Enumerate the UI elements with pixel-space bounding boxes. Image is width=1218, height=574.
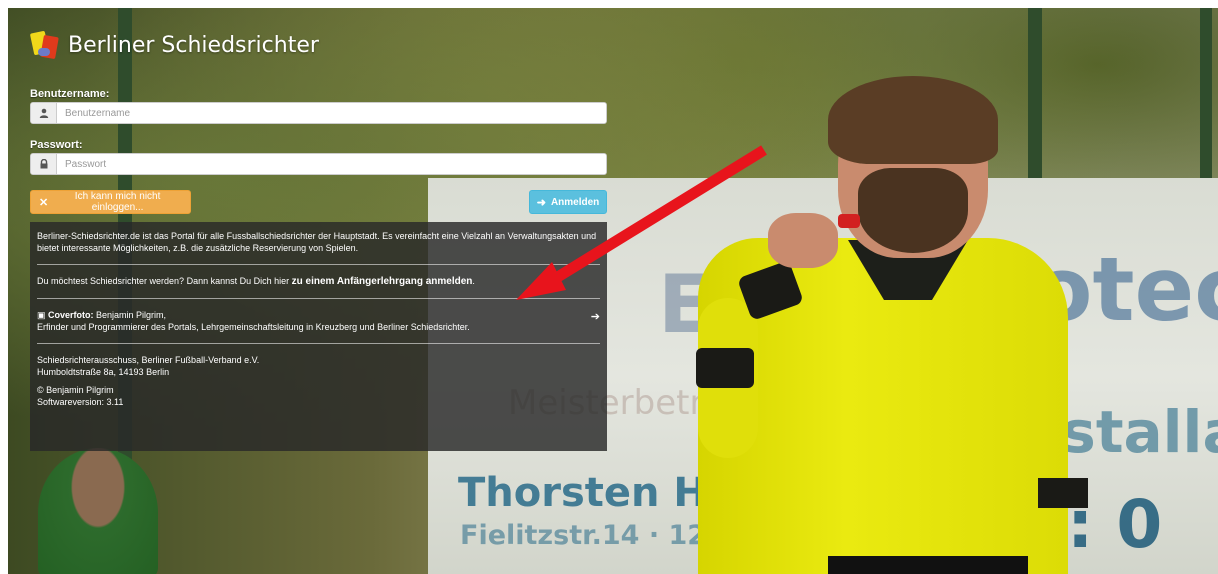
footer-info: Schiedsrichterausschuss, Berliner Fußbal… — [37, 354, 600, 408]
divider — [37, 264, 600, 265]
info-panel: Berliner-Schiedsrichter.de ist das Porta… — [30, 222, 607, 451]
cant-login-label: Ich kann mich nicht einloggen... — [74, 191, 161, 213]
referee-hand — [768, 213, 838, 268]
lock-icon — [31, 154, 57, 174]
username-input[interactable] — [57, 103, 606, 123]
org-name: Schiedsrichterausschuss, Berliner Fußbal… — [37, 355, 260, 365]
login-button[interactable]: ➜ Anmelden — [529, 190, 607, 214]
cant-login-button[interactable]: ✕ Ich kann mich nicht einloggen... — [30, 190, 191, 214]
cover-description: Erfinder und Programmierer des Portals, … — [37, 322, 470, 332]
cards-logo-icon — [29, 30, 59, 60]
cover-name: Benjamin Pilgrim, — [93, 310, 167, 320]
referee-cuff — [696, 348, 754, 388]
sign-in-icon: ➜ — [536, 196, 546, 209]
divider — [37, 343, 600, 344]
password-label: Passwort: — [30, 139, 83, 151]
beginner-course-link[interactable]: zu einem Anfängerlehrgang anmelden — [292, 276, 473, 287]
times-icon: ✕ — [39, 196, 49, 209]
referee-shorts — [828, 556, 1028, 574]
divider — [37, 298, 600, 299]
whistle — [838, 214, 860, 228]
referee-cuff — [1038, 478, 1088, 508]
cover-photo-credit[interactable]: ▣ Coverfoto: Benjamin Pilgrim, Erfinder … — [37, 309, 600, 333]
software-version: Softwareversion: 3.11 — [37, 397, 124, 407]
cover-label: Coverfoto: — [48, 310, 94, 320]
referee-beard — [858, 168, 968, 253]
brand-title: Berliner Schiedsrichter — [68, 32, 319, 58]
org-address: Humboldtstraße 8a, 14193 Berlin — [37, 367, 170, 377]
intro-text: Berliner-Schiedsrichter.de ist das Porta… — [37, 231, 597, 253]
brand-header: Berliner Schiedsrichter — [29, 30, 319, 60]
arrow-right-icon[interactable]: ➔ — [591, 311, 600, 323]
login-label: Anmelden — [550, 196, 600, 208]
user-icon — [31, 103, 57, 123]
become-prefix: Du möchtest Schiedsrichter werden? Dann … — [37, 276, 292, 286]
username-group — [30, 102, 607, 124]
username-label: Benutzername: — [30, 88, 110, 100]
password-group — [30, 153, 607, 175]
fence-pole — [1200, 8, 1212, 188]
copyright: © Benjamin Pilgrim — [37, 385, 114, 395]
form-actions: ✕ Ich kann mich nicht einloggen... ➜ Anm… — [30, 190, 607, 214]
fence-pole — [1028, 8, 1042, 188]
referee-hair — [828, 76, 998, 164]
spectator — [38, 448, 158, 574]
become-suffix: . — [472, 276, 475, 286]
password-input[interactable] — [57, 154, 606, 174]
login-form: Benutzername: Passwort: ✕ Ich kann mich … — [30, 88, 607, 214]
picture-icon: ▣ — [37, 310, 46, 320]
become-referee-text: Du möchtest Schiedsrichter werden? Dann … — [37, 275, 600, 288]
